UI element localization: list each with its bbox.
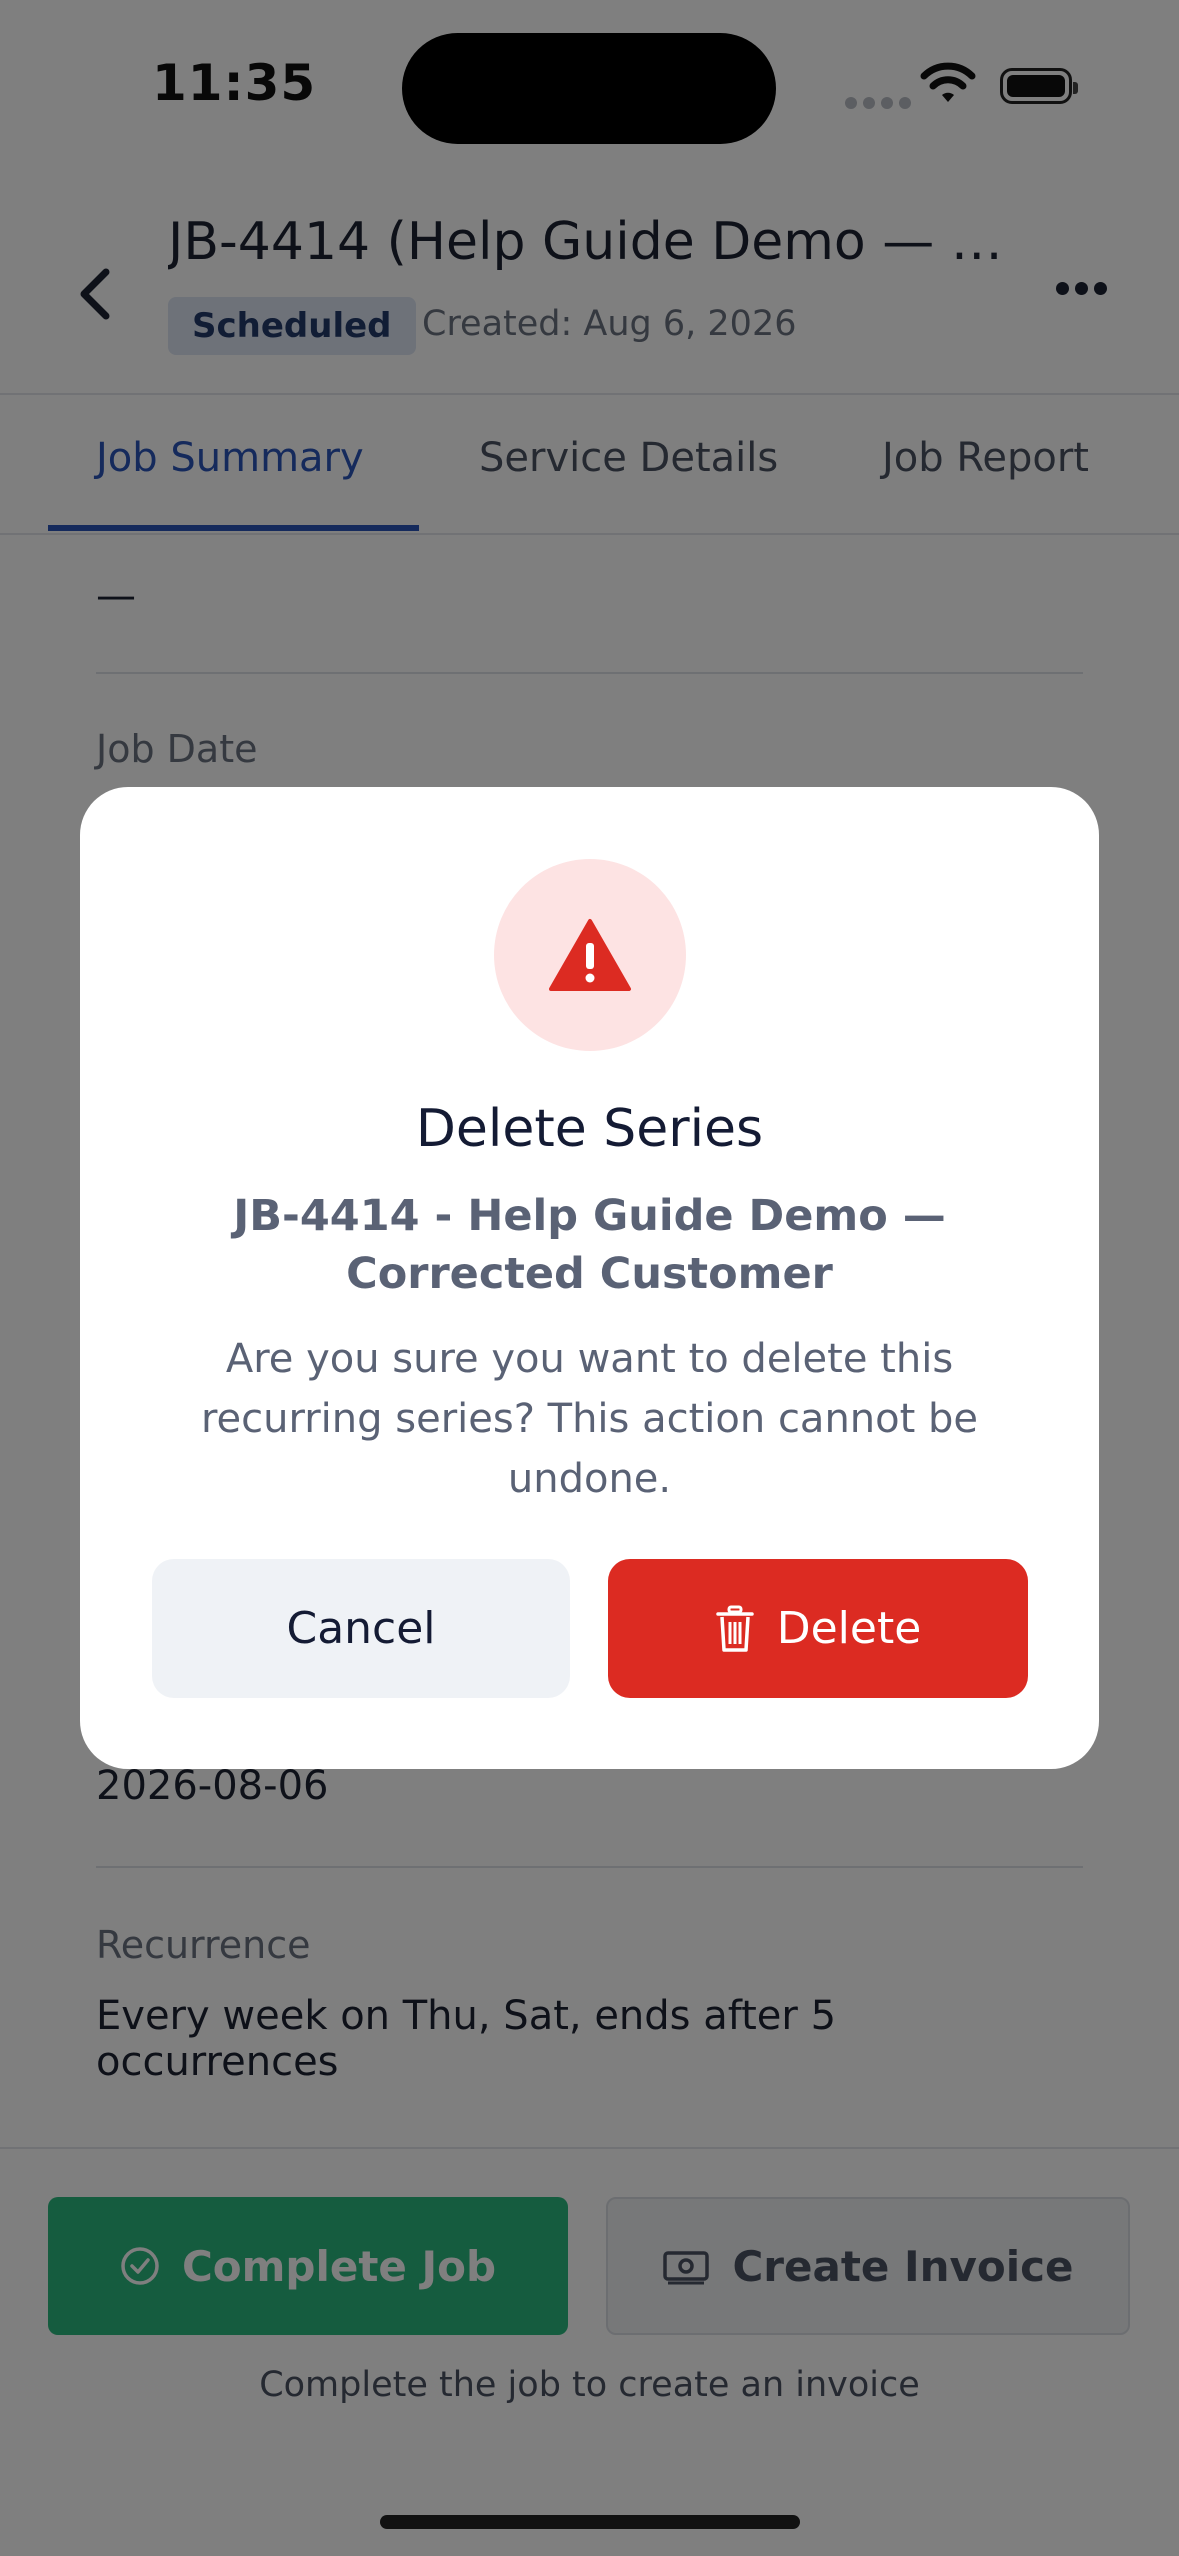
delete-label: Delete <box>776 1603 922 1654</box>
trash-icon <box>715 1605 754 1652</box>
delete-series-dialog: Delete Series JB-4414 - Help Guide Demo … <box>80 787 1099 1769</box>
dialog-subtitle: JB-4414 - Help Guide Demo — Corrected Cu… <box>233 1191 946 1299</box>
warning-badge <box>494 859 686 1051</box>
dialog-title: Delete Series <box>415 1099 764 1159</box>
dialog-message: Are you sure you want to delete this rec… <box>200 1336 979 1502</box>
home-indicator[interactable] <box>380 2515 800 2529</box>
warning-icon <box>549 919 631 991</box>
delete-button[interactable]: Delete <box>608 1559 1028 1698</box>
cancel-button[interactable]: Cancel <box>152 1559 570 1698</box>
